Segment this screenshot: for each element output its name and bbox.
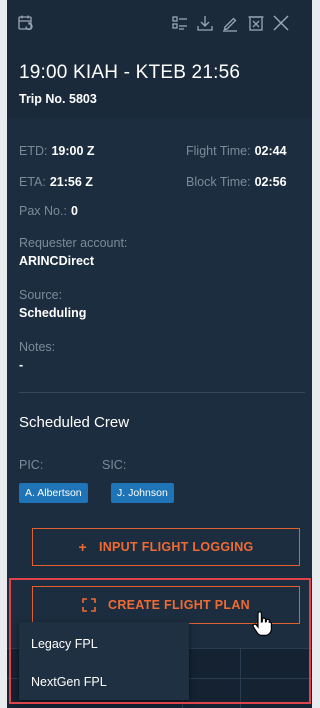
requester-value: ARINCDirect	[19, 254, 95, 268]
crew-title: Scheduled Crew	[19, 414, 130, 431]
etd-label: ETD:	[19, 144, 48, 158]
calendar-sync-icon[interactable]	[17, 14, 35, 32]
etd-value: 19:00 Z	[51, 144, 95, 158]
input-flight-logging-label: INPUT FLIGHT LOGGING	[98, 540, 254, 554]
trip-number: Trip No. 5803	[19, 92, 97, 106]
flight-time-row: Flight Time: 02:44	[186, 144, 287, 158]
pax-row: Pax No.: 0	[19, 204, 78, 218]
notes-label: Notes:	[19, 340, 56, 354]
plus-icon: +	[78, 539, 87, 555]
sic-label: SIC:	[102, 458, 127, 472]
flight-time-value: 02:44	[254, 144, 287, 158]
flight-time-label: Flight Time:	[186, 144, 251, 158]
edit-icon[interactable]	[221, 14, 239, 32]
pax-label: Pax No.:	[19, 204, 67, 218]
source-value: Scheduling	[19, 306, 87, 320]
pax-value: 0	[70, 204, 78, 218]
block-time-value: 02:56	[254, 175, 287, 189]
requester-label: Requester account:	[19, 236, 128, 250]
pic-chip[interactable]: A. Albertson	[19, 483, 88, 503]
hand-cursor-icon	[252, 611, 272, 636]
section-divider	[19, 392, 305, 393]
source-label: Source:	[19, 288, 63, 302]
etd-row: ETD: 19:00 Z	[19, 144, 95, 158]
input-flight-logging-button[interactable]: + INPUT FLIGHT LOGGING	[32, 528, 300, 566]
pic-label: PIC:	[19, 458, 44, 472]
eta-row: ETA: 21:56 Z	[19, 175, 93, 189]
eta-value: 21:56 Z	[49, 175, 93, 189]
delete-icon[interactable]	[247, 14, 265, 32]
notes-value: -	[19, 358, 24, 372]
highlight-box	[9, 578, 311, 704]
block-time-row: Block Time: 02:56	[186, 175, 287, 189]
eta-label: ETA:	[19, 175, 46, 189]
list-settings-icon[interactable]	[171, 14, 189, 32]
block-time-label: Block Time:	[186, 175, 251, 189]
toolbar	[7, 0, 312, 44]
close-icon[interactable]	[272, 14, 290, 32]
download-icon[interactable]	[196, 14, 214, 32]
route-title: 19:00 KIAH - KTEB 21:56	[19, 62, 241, 83]
sic-chip[interactable]: J. Johnson	[111, 483, 174, 503]
